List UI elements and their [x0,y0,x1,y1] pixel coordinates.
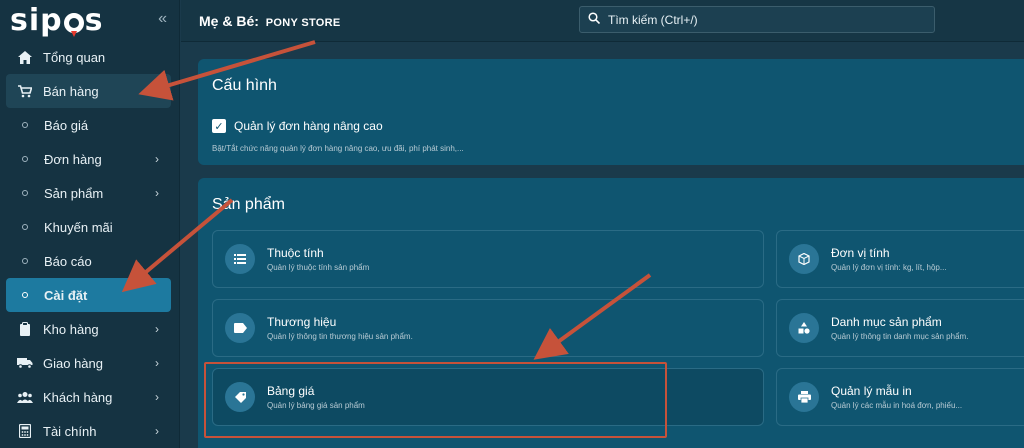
chevron-right-icon: › [155,390,159,404]
tile-subtitle: Quản lý thông tin danh mục sản phẩm. [831,332,969,341]
search-icon [588,12,601,27]
tile-title: Quản lý mẫu in [831,384,912,398]
store-category: Mẹ & Bé: [199,12,259,29]
logo-row: si p s « [0,0,179,40]
tile-thuong-hieu[interactable]: Thương hiệu Quản lý thông tin thương hiệ… [212,299,764,357]
tile-quan-ly-mau-in[interactable]: Quản lý mẫu in Quản lý các mẫu in hoá đơ… [776,368,1024,426]
product-card-title: Sản phẩm [212,196,285,213]
sidebar-item-don-hang[interactable]: Đơn hàng › [0,142,179,176]
tile-title: Thuộc tính [267,246,324,260]
sidebar-item-label: Giao hàng [43,355,103,371]
tile-title: Danh mục sản phẩm [831,315,942,329]
double-chevron-left-icon[interactable]: « [158,10,167,28]
chevron-right-icon: › [155,322,159,336]
config-card-title: Cấu hình [212,77,277,94]
calculator-icon [16,424,34,438]
sidebar-item-label: Tổng quan [43,49,106,65]
circle-icon [22,258,28,264]
printer-icon [789,382,819,412]
sidebar-item-label: Báo giá [44,117,89,133]
users-icon [16,391,34,403]
circle-icon [22,122,28,128]
tile-title: Thương hiệu [267,315,337,329]
search-box[interactable] [579,6,935,33]
sidebar-item-label: Khuyến mãi [44,219,113,235]
top-bar: Mẹ & Bé: PONY STORE [181,0,1024,42]
sidebar-item-kho-hang[interactable]: Kho hàng › [0,312,179,346]
sidebar-item-san-pham[interactable]: Sản phẩm › [0,176,179,210]
home-icon [16,50,34,64]
advanced-order-checkbox-row[interactable]: ✓ Quản lý đơn hàng nâng cao [212,119,383,133]
sidebar-item-label: Khách hàng [43,389,113,405]
checkbox-label: Quản lý đơn hàng nâng cao [234,119,383,133]
sidebar-item-giao-hang[interactable]: Giao hàng › [0,346,179,380]
tile-subtitle: Quản lý các mẫu in hoá đơn, phiếu... [831,401,963,410]
annotation-highlight-box [204,362,667,438]
tile-subtitle: Quản lý thông tin thương hiệu sản phẩm. [267,332,413,341]
sidebar-item-tong-quan[interactable]: Tổng quan [0,40,179,74]
circle-icon [22,190,28,196]
sidebar-item-label: Tài chính [43,423,97,439]
truck-icon [16,357,34,369]
sidebar-item-tai-chinh[interactable]: Tài chính › [0,414,179,448]
circle-icon [22,292,28,298]
config-card: Cấu hình ✓ Quản lý đơn hàng nâng cao Bật… [198,59,1024,165]
sidebar-item-label: Báo cáo [44,253,92,269]
checkbox-checked-icon[interactable]: ✓ [212,119,226,133]
sidebar-item-label: Kho hàng [43,321,99,337]
chevron-right-icon: › [155,424,159,438]
tile-subtitle: Quản lý đơn vị tính: kg, lít, hộp... [831,263,947,272]
package-icon [789,244,819,274]
chevron-right-icon: › [155,186,159,200]
sidebar-item-label: Cài đặt [44,287,88,303]
tile-subtitle: Quản lý thuộc tính sản phẩm [267,263,370,272]
list-icon [225,244,255,274]
sidebar-item-bao-cao[interactable]: Báo cáo [0,244,179,278]
sidebar-item-bao-gia[interactable]: Báo giá [0,108,179,142]
sipos-logo[interactable]: si p s [10,3,103,38]
search-input[interactable] [608,12,908,27]
sidebar-item-label: Sản phẩm [44,185,104,201]
clipboard-icon [16,322,34,336]
main-content: Cấu hình ✓ Quản lý đơn hàng nâng cao Bật… [181,43,1024,448]
sidebar-item-ban-hang[interactable]: Bán hàng [6,74,171,108]
chevron-right-icon: › [155,356,159,370]
sidebar: si p s « Tổng quan Bán hàng Báo giá Đơn hà… [0,0,180,448]
store-title: Mẹ & Bé: PONY STORE [199,13,341,29]
cart-icon [16,84,34,98]
config-hint: Bật/Tắt chức năng quản lý đơn hàng nâng … [212,144,464,153]
chevron-right-icon: › [155,152,159,166]
tag-icon [225,313,255,343]
sidebar-item-khach-hang[interactable]: Khách hàng › [0,380,179,414]
sidebar-item-label: Đơn hàng [44,151,102,167]
sidebar-nav: Tổng quan Bán hàng Báo giá Đơn hàng › Sả… [0,40,179,448]
shapes-icon [789,313,819,343]
sidebar-item-khuyen-mai[interactable]: Khuyến mãi [0,210,179,244]
tile-title: Đơn vị tính [831,246,890,260]
circle-icon [22,156,28,162]
tile-danh-muc-san-pham[interactable]: Danh mục sản phẩm Quản lý thông tin danh… [776,299,1024,357]
tile-thuoc-tinh[interactable]: Thuộc tính Quản lý thuộc tính sản phẩm [212,230,764,288]
sidebar-item-cai-dat[interactable]: Cài đặt [6,278,171,312]
circle-icon [22,224,28,230]
store-name: PONY STORE [265,16,341,29]
sidebar-item-label: Bán hàng [43,83,99,99]
tile-don-vi-tinh[interactable]: Đơn vị tính Quản lý đơn vị tính: kg, lít… [776,230,1024,288]
